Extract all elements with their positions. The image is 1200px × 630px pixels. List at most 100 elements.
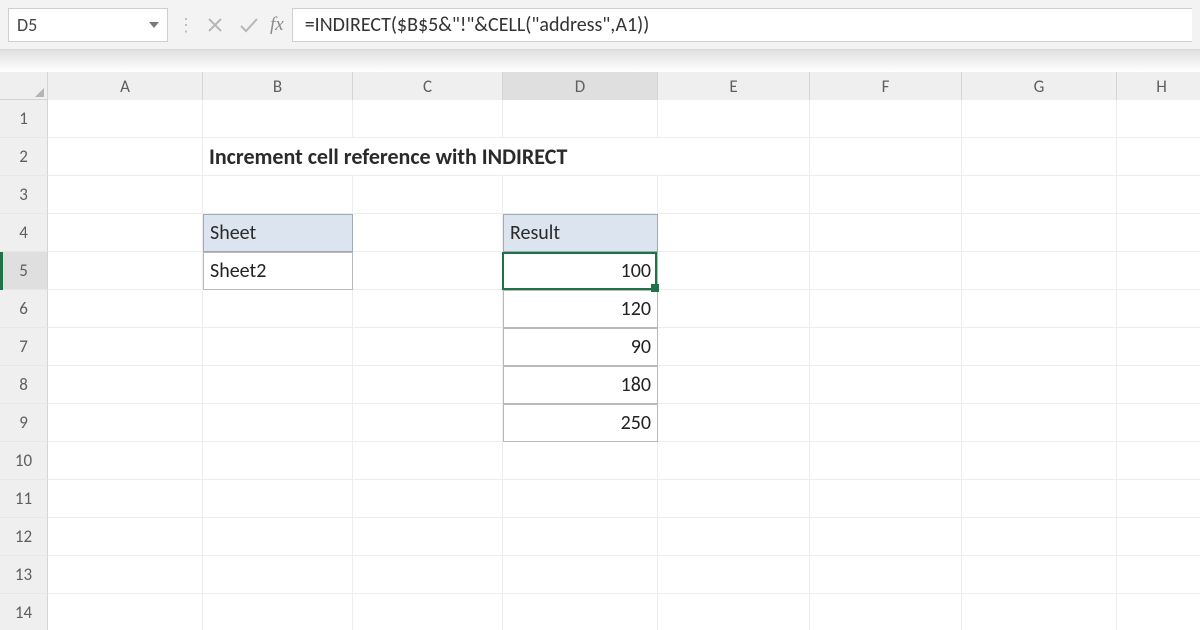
cell-E9[interactable]	[658, 404, 810, 442]
cell-G12[interactable]	[962, 518, 1117, 556]
cell-B7[interactable]	[203, 328, 353, 366]
cell-E5[interactable]	[658, 252, 810, 290]
cell-C14[interactable]	[353, 594, 503, 630]
cell-A4[interactable]	[48, 214, 203, 252]
cell-E3[interactable]	[658, 176, 810, 214]
cell-B14[interactable]	[203, 594, 353, 630]
cell-F7[interactable]	[810, 328, 962, 366]
cell-E10[interactable]	[658, 442, 810, 480]
cell-B13[interactable]	[203, 556, 353, 594]
cell-B1[interactable]	[203, 100, 353, 138]
cell-C1[interactable]	[353, 100, 503, 138]
cell-F8[interactable]	[810, 366, 962, 404]
cell-A10[interactable]	[48, 442, 203, 480]
select-all-corner[interactable]	[0, 72, 48, 99]
row-header-2[interactable]: 2	[0, 138, 48, 176]
enter-check-icon[interactable]	[232, 8, 266, 42]
cell-B2[interactable]: Increment cell reference with INDIRECT	[203, 138, 353, 176]
cell-F1[interactable]	[810, 100, 962, 138]
cell-G2[interactable]	[962, 138, 1117, 176]
row-header-10[interactable]: 10	[0, 442, 48, 480]
row-header-11[interactable]: 11	[0, 480, 48, 518]
cell-G5[interactable]	[962, 252, 1117, 290]
cell-D2[interactable]	[503, 138, 658, 176]
cell-A1[interactable]	[48, 100, 203, 138]
cell-H4[interactable]	[1117, 214, 1200, 252]
cell-G6[interactable]	[962, 290, 1117, 328]
cell-D11[interactable]	[503, 480, 658, 518]
cell-B12[interactable]	[203, 518, 353, 556]
cell-B6[interactable]	[203, 290, 353, 328]
cell-D8[interactable]: 180	[503, 366, 658, 404]
cell-H3[interactable]	[1117, 176, 1200, 214]
cell-H7[interactable]	[1117, 328, 1200, 366]
cell-B4[interactable]: Sheet	[203, 214, 353, 252]
cell-A8[interactable]	[48, 366, 203, 404]
row-header-12[interactable]: 12	[0, 518, 48, 556]
cell-F2[interactable]	[810, 138, 962, 176]
row-header-3[interactable]: 3	[0, 176, 48, 214]
cell-B5[interactable]: Sheet2	[203, 252, 353, 290]
cell-A2[interactable]	[48, 138, 203, 176]
cell-C3[interactable]	[353, 176, 503, 214]
cell-A5[interactable]	[48, 252, 203, 290]
cell-F6[interactable]	[810, 290, 962, 328]
formula-input[interactable]: =INDIRECT($B$5&"!"&CELL("address",A1))	[292, 8, 1192, 42]
cell-C9[interactable]	[353, 404, 503, 442]
cell-B8[interactable]	[203, 366, 353, 404]
row-header-6[interactable]: 6	[0, 290, 48, 328]
cell-E12[interactable]	[658, 518, 810, 556]
cell-C6[interactable]	[353, 290, 503, 328]
cell-D10[interactable]	[503, 442, 658, 480]
row-header-5[interactable]: 5	[0, 252, 48, 290]
cell-F12[interactable]	[810, 518, 962, 556]
cell-C10[interactable]	[353, 442, 503, 480]
column-header-B[interactable]: B	[203, 72, 353, 100]
cell-C5[interactable]	[353, 252, 503, 290]
cell-H1[interactable]	[1117, 100, 1200, 138]
cell-H12[interactable]	[1117, 518, 1200, 556]
cell-E4[interactable]	[658, 214, 810, 252]
cell-C12[interactable]	[353, 518, 503, 556]
row-header-9[interactable]: 9	[0, 404, 48, 442]
cell-A14[interactable]	[48, 594, 203, 630]
cell-E8[interactable]	[658, 366, 810, 404]
cell-G8[interactable]	[962, 366, 1117, 404]
cell-A12[interactable]	[48, 518, 203, 556]
chevron-down-icon[interactable]	[149, 22, 159, 28]
cell-D7[interactable]: 90	[503, 328, 658, 366]
column-header-H[interactable]: H	[1117, 72, 1200, 100]
cell-C4[interactable]	[353, 214, 503, 252]
cell-E2[interactable]	[658, 138, 810, 176]
cell-G4[interactable]	[962, 214, 1117, 252]
cell-F3[interactable]	[810, 176, 962, 214]
cell-B11[interactable]	[203, 480, 353, 518]
cell-F10[interactable]	[810, 442, 962, 480]
cell-D13[interactable]	[503, 556, 658, 594]
cell-D9[interactable]: 250	[503, 404, 658, 442]
cell-H9[interactable]	[1117, 404, 1200, 442]
cell-B9[interactable]	[203, 404, 353, 442]
row-header-1[interactable]: 1	[0, 100, 48, 138]
column-header-F[interactable]: F	[810, 72, 962, 100]
cell-F4[interactable]	[810, 214, 962, 252]
cell-F9[interactable]	[810, 404, 962, 442]
column-header-A[interactable]: A	[48, 72, 203, 100]
cell-G1[interactable]	[962, 100, 1117, 138]
cell-C11[interactable]	[353, 480, 503, 518]
cell-H2[interactable]	[1117, 138, 1200, 176]
cell-B3[interactable]	[203, 176, 353, 214]
cell-F5[interactable]	[810, 252, 962, 290]
cell-E6[interactable]	[658, 290, 810, 328]
column-header-E[interactable]: E	[658, 72, 810, 100]
cell-H6[interactable]	[1117, 290, 1200, 328]
cell-D1[interactable]	[503, 100, 658, 138]
cell-H10[interactable]	[1117, 442, 1200, 480]
cell-G9[interactable]	[962, 404, 1117, 442]
cell-F13[interactable]	[810, 556, 962, 594]
fx-icon[interactable]: fx	[270, 14, 284, 36]
name-box[interactable]: D5	[8, 8, 168, 42]
row-header-7[interactable]: 7	[0, 328, 48, 366]
column-header-G[interactable]: G	[962, 72, 1117, 100]
cell-D3[interactable]	[503, 176, 658, 214]
